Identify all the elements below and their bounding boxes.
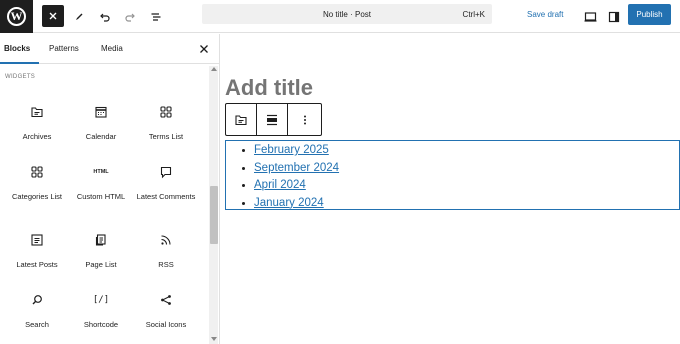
settings-button[interactable] [602,5,626,29]
pen-icon [76,13,83,20]
tab-patterns[interactable]: Patterns [49,44,79,53]
calendar-icon [95,106,107,118]
archive-link[interactable]: February 2025 [254,144,329,156]
block-label: Archives [22,132,52,141]
post-title-field[interactable]: Add title [225,75,313,101]
inserter-tabs: Blocks Patterns Media [0,34,220,64]
categories-icon [31,166,43,178]
archive-icon [235,114,247,125]
wordpress-logo-button[interactable]: W [0,0,33,33]
block-label: Custom HTML [76,192,126,201]
comment-icon [160,166,172,179]
command-palette-bar[interactable]: No title · Post Ctrl+K [202,4,492,24]
editor-header: W No title · Post Ctrl+K Save draft Publ… [0,0,680,33]
rss-icon [161,235,171,245]
close-panel-button[interactable] [198,42,210,54]
shortcode-icon: [/] [92,295,110,305]
save-draft-button[interactable]: Save draft [527,10,563,19]
close-icon [200,45,208,53]
list-item: February 2025 [254,142,679,160]
scrollbar-thumb[interactable] [210,186,218,244]
block-type-button[interactable] [226,104,257,135]
block-calendar[interactable]: Calendar [68,100,134,142]
tools-button[interactable] [67,5,91,29]
archives-list: February 2025 September 2024 April 2024 … [226,141,679,212]
tab-media[interactable]: Media [101,44,123,53]
block-social-icons[interactable]: Social Icons [133,288,199,330]
scroll-up-arrow[interactable] [211,67,217,71]
block-toolbar [225,103,322,136]
search-icon [32,295,42,305]
block-label: Latest Comments [136,192,196,201]
preview-button[interactable] [578,5,602,29]
shortcut-hint: Ctrl+K [462,10,485,19]
block-latest-posts[interactable]: Latest Posts [4,228,70,270]
block-label: Categories List [11,192,63,201]
more-options-button[interactable] [288,104,321,135]
block-rss[interactable]: RSS [133,228,199,270]
block-page-list[interactable]: Page List [68,228,134,270]
wordpress-logo-icon: W [7,7,26,26]
archive-link[interactable]: January 2024 [254,197,324,209]
list-item: September 2024 [254,160,679,178]
page-list-icon [95,234,106,246]
block-label: Search [25,320,49,329]
block-label: Calendar [85,132,117,141]
html-icon: HTML [93,169,109,175]
redo-icon [125,13,135,22]
active-tab-indicator [0,62,39,64]
block-label: RSS [158,260,174,269]
block-label: Latest Posts [16,260,58,269]
close-inserter-button[interactable] [42,5,64,27]
block-inserter-panel: Blocks Patterns Media WIDGETS Archives C… [0,34,220,344]
block-custom-html[interactable]: HTML Custom HTML [68,160,134,202]
share-icon [161,295,171,305]
block-label: Page List [85,260,117,269]
archive-link[interactable]: September 2024 [254,162,339,174]
align-icon [267,114,277,125]
document-overview-button[interactable] [144,5,168,29]
block-label: Social Icons [145,320,187,329]
latest-posts-icon [31,234,43,246]
archives-list-block[interactable]: February 2025 September 2024 April 2024 … [225,140,680,210]
archive-icon [31,107,43,118]
section-label-widgets: WIDGETS [5,74,36,80]
block-archives[interactable]: Archives [4,100,70,142]
tab-blocks[interactable]: Blocks [4,44,30,53]
close-icon [49,12,57,20]
block-terms-list[interactable]: Terms List [133,100,199,142]
preview-icon [584,12,596,22]
block-latest-comments[interactable]: Latest Comments [133,160,199,202]
archive-link[interactable]: April 2024 [254,179,306,191]
list-item: April 2024 [254,177,679,195]
block-label: Terms List [148,132,184,141]
block-shortcode[interactable]: [/] Shortcode [68,288,134,330]
list-item: January 2024 [254,195,679,213]
document-title: No title · Post [322,10,371,19]
scroll-down-arrow[interactable] [211,337,217,341]
align-button[interactable] [257,104,288,135]
block-search[interactable]: Search [4,288,70,330]
settings-sidebar-icon [608,11,620,23]
block-categories-list[interactable]: Categories List [4,160,70,202]
publish-button[interactable]: Publish [628,4,671,25]
block-label: Shortcode [83,320,119,329]
editor-canvas: Add title February 2025 Sept [221,34,680,344]
undo-icon [100,13,110,22]
redo-button[interactable] [118,5,142,29]
undo-button[interactable] [93,5,117,29]
terms-list-icon [160,106,172,118]
more-options-icon [303,115,306,124]
document-overview-icon [151,13,161,21]
